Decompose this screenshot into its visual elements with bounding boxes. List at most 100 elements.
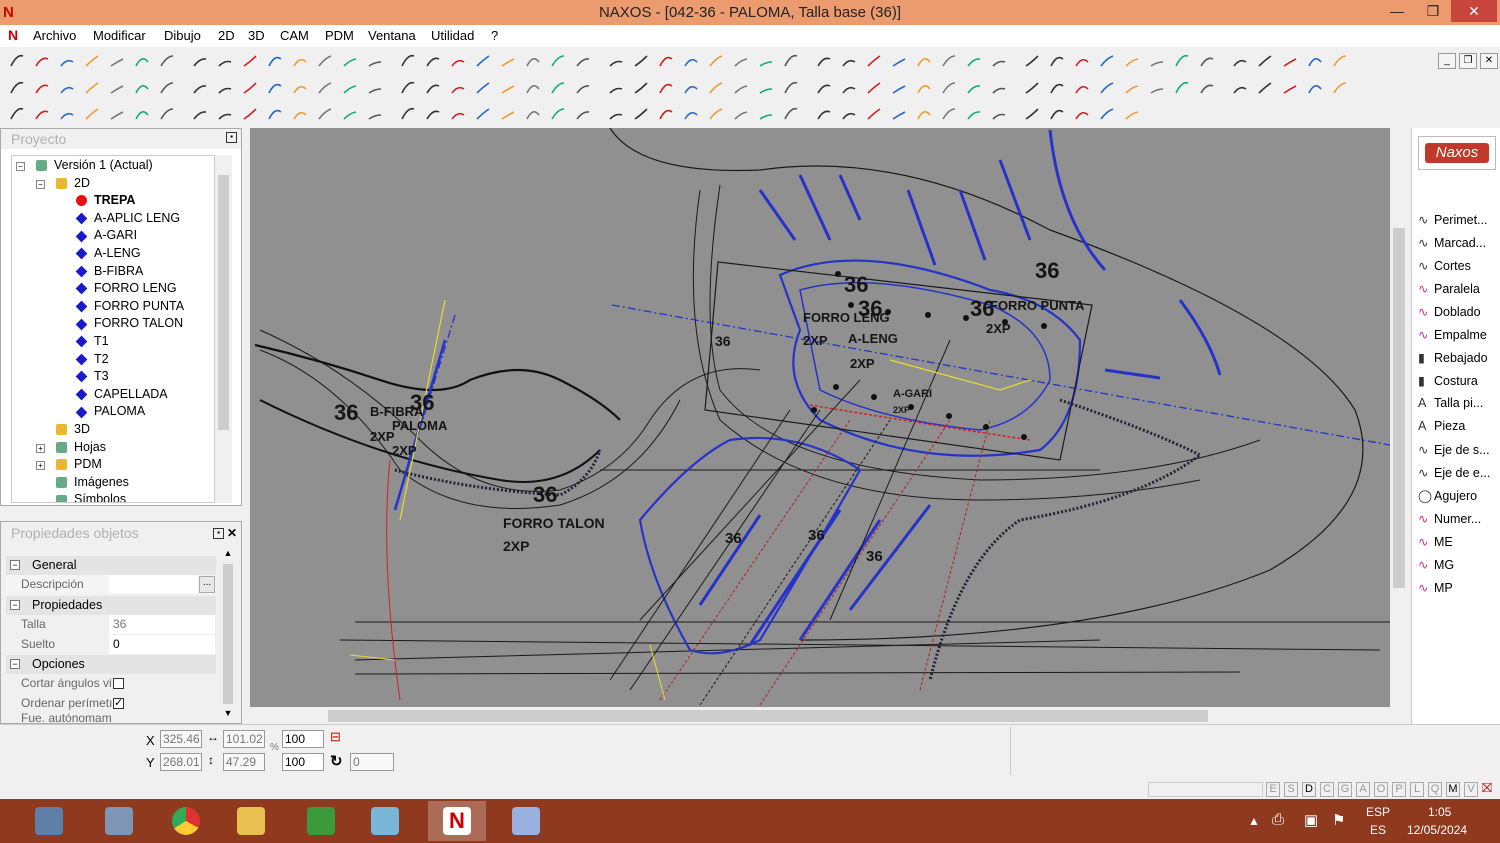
prop-talla-value[interactable]: 36 — [109, 615, 215, 634]
mdi-minimize-button[interactable]: _ — [1438, 53, 1456, 69]
tool-cut[interactable]: ∿ Cortes — [1418, 258, 1471, 278]
tool-me[interactable]: ∿ ME — [1418, 534, 1453, 554]
tree-expander[interactable]: − — [16, 162, 25, 171]
tray-expand-icon[interactable]: ▲ — [1248, 814, 1260, 828]
tb2-tool-5-icon[interactable] — [133, 79, 151, 97]
prop-fue-autonomam[interactable]: Fue. autónomam — [6, 713, 216, 723]
status-key[interactable]: M — [1446, 782, 1460, 797]
tree-node[interactable]: T2 — [75, 352, 109, 369]
tool-hole[interactable]: ◯ Agujero — [1418, 488, 1477, 508]
close-button[interactable]: ✕ — [1451, 0, 1497, 22]
tb1-tool-39-icon[interactable] — [1023, 52, 1041, 70]
height-field[interactable]: 47.29 — [223, 753, 265, 771]
status-key[interactable]: C — [1320, 782, 1334, 797]
tool-text-piece[interactable]: A Pieza — [1418, 419, 1465, 439]
tb3-tool-22-icon[interactable] — [574, 105, 592, 123]
tb1-tool-43-icon[interactable] — [1123, 52, 1141, 70]
y-coordinate-field[interactable]: 268.01 — [160, 753, 202, 771]
tb1-tool-20-icon[interactable] — [524, 52, 542, 70]
status-key[interactable]: D — [1302, 782, 1316, 797]
tb3-tool-0-icon[interactable] — [8, 105, 26, 123]
tb3-tool-20-icon[interactable] — [524, 105, 542, 123]
tb2-tool-4-icon[interactable] — [108, 79, 126, 97]
prop-descripcion[interactable]: Descripción ... — [6, 575, 216, 594]
width-field[interactable]: 101.02 — [223, 730, 265, 748]
tb3-tool-5-icon[interactable] — [133, 105, 151, 123]
prop-ordenar-perimetro[interactable]: Ordenar perímetı ✓ — [6, 694, 216, 713]
tb1-tool-40-icon[interactable] — [1048, 52, 1066, 70]
tb2-tool-28-icon[interactable] — [732, 79, 750, 97]
tb3-tool-34-icon[interactable] — [890, 105, 908, 123]
menu-pdm[interactable]: PDM — [325, 28, 354, 43]
tb2-tool-45-icon[interactable] — [1173, 79, 1191, 97]
tb1-tool-23-icon[interactable] — [607, 52, 625, 70]
tb1-tool-3-icon[interactable] — [83, 52, 101, 70]
ordenar-checkbox[interactable]: ✓ — [113, 698, 124, 709]
tree-node[interactable]: FORRO TALON — [75, 316, 183, 333]
status-key[interactable]: E — [1266, 782, 1280, 797]
group-general[interactable]: − General — [6, 556, 216, 575]
tb3-tool-43-icon[interactable] — [1123, 105, 1141, 123]
prop-cortar-angulos[interactable]: Cortar ángulos vi — [6, 674, 216, 693]
tb3-tool-38-icon[interactable] — [990, 105, 1008, 123]
tb1-tool-15-icon[interactable] — [399, 52, 417, 70]
tb1-tool-8-icon[interactable] — [216, 52, 234, 70]
tb3-tool-21-icon[interactable] — [549, 105, 567, 123]
tb3-tool-27-icon[interactable] — [707, 105, 725, 123]
tb2-tool-22-icon[interactable] — [574, 79, 592, 97]
tb1-tool-49-icon[interactable] — [1281, 52, 1299, 70]
status-key[interactable]: A — [1356, 782, 1370, 797]
tb2-tool-2-icon[interactable] — [58, 79, 76, 97]
menu-ventana[interactable]: Ventana — [368, 28, 416, 43]
tb1-tool-16-icon[interactable] — [424, 52, 442, 70]
tb2-tool-44-icon[interactable] — [1148, 79, 1166, 97]
canvas-vscroll-thumb[interactable] — [1393, 228, 1405, 588]
tb3-tool-12-icon[interactable] — [316, 105, 334, 123]
tb1-tool-12-icon[interactable] — [316, 52, 334, 70]
tb2-tool-19-icon[interactable] — [499, 79, 517, 97]
tb2-tool-40-icon[interactable] — [1048, 79, 1066, 97]
tb3-tool-4-icon[interactable] — [108, 105, 126, 123]
tb1-tool-7-icon[interactable] — [191, 52, 209, 70]
tb1-tool-45-icon[interactable] — [1173, 52, 1191, 70]
printer-icon[interactable]: ⎙ — [1272, 811, 1284, 828]
tb3-tool-10-icon[interactable] — [266, 105, 284, 123]
tb2-tool-6-icon[interactable] — [158, 79, 176, 97]
tree-node[interactable]: Símbolos — [56, 492, 126, 502]
tb3-tool-3-icon[interactable] — [83, 105, 101, 123]
tb1-tool-10-icon[interactable] — [266, 52, 284, 70]
tb2-tool-24-icon[interactable] — [632, 79, 650, 97]
tb1-tool-38-icon[interactable] — [990, 52, 1008, 70]
tool-skive[interactable]: ▮ Rebajado — [1418, 350, 1488, 370]
tb3-tool-36-icon[interactable] — [940, 105, 958, 123]
panel-close-icon[interactable]: ✕ — [227, 526, 237, 540]
descripcion-browse-button[interactable]: ... — [199, 576, 215, 593]
tb1-tool-51-icon[interactable] — [1331, 52, 1349, 70]
tb2-tool-17-icon[interactable] — [449, 79, 467, 97]
prop-descripcion-value[interactable] — [109, 575, 197, 594]
tree-node[interactable]: FORRO LENG — [75, 281, 177, 298]
tree-node[interactable]: A-APLIC LENG — [75, 211, 180, 228]
tb2-tool-20-icon[interactable] — [524, 79, 542, 97]
taskbar-chrome[interactable] — [157, 801, 215, 841]
tb1-tool-36-icon[interactable] — [940, 52, 958, 70]
tool-mark[interactable]: ∿ Marcad... — [1418, 235, 1486, 255]
tb2-tool-38-icon[interactable] — [990, 79, 1008, 97]
scroll-down-icon[interactable]: ▼ — [220, 708, 236, 722]
canvas-hscrollbar[interactable] — [250, 707, 1390, 724]
prop-talla[interactable]: Talla 36 — [6, 615, 216, 634]
minimize-button[interactable]: — — [1379, 0, 1415, 22]
tb2-tool-9-icon[interactable] — [241, 79, 259, 97]
tb3-tool-28-icon[interactable] — [732, 105, 750, 123]
panel-pin-icon[interactable]: ▪ — [213, 528, 224, 539]
flag-icon[interactable]: ⚑ — [1332, 811, 1345, 829]
tb2-tool-27-icon[interactable] — [707, 79, 725, 97]
tb2-tool-48-icon[interactable] — [1256, 79, 1274, 97]
tb2-tool-25-icon[interactable] — [657, 79, 675, 97]
tree-node[interactable]: A-GARI — [75, 228, 137, 245]
tree-node[interactable]: Hojas — [56, 440, 106, 457]
tb2-tool-3-icon[interactable] — [83, 79, 101, 97]
tb1-tool-50-icon[interactable] — [1306, 52, 1324, 70]
props-scrollbar[interactable]: ▲ ▼ — [220, 548, 236, 722]
prop-suelto-value[interactable]: 0 — [109, 635, 215, 654]
